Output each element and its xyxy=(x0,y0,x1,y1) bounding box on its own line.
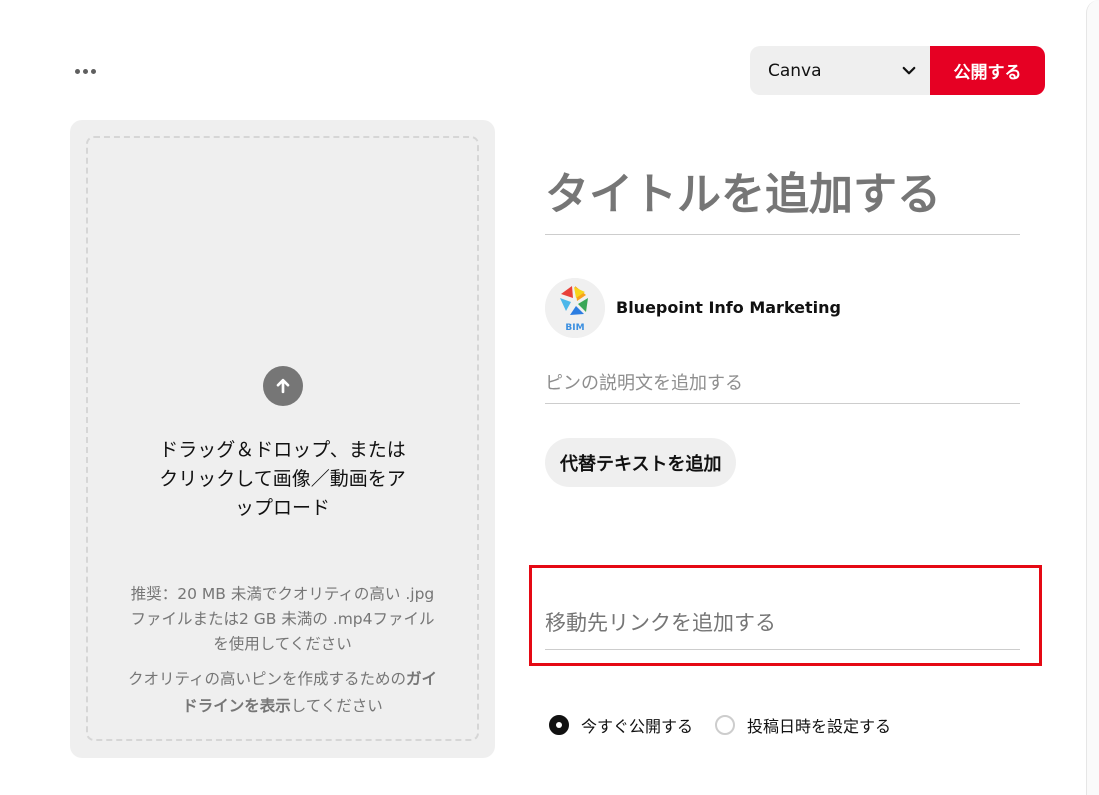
description-placeholder: ピンの説明文を追加する xyxy=(545,373,743,394)
radio-selected-icon[interactable] xyxy=(549,715,569,735)
description-input[interactable]: ピンの説明文を追加する xyxy=(545,366,1020,404)
board-select-value: Canva xyxy=(768,60,822,81)
window-edge xyxy=(1086,0,1099,795)
upload-hint-line: 推奨：20 MB 未満でクオリティの高い .jpg xyxy=(130,585,435,603)
upload-recommendation: 推奨：20 MB 未満でクオリティの高い .jpg ファイルまたは2 GB 未満… xyxy=(70,582,495,657)
chevron-down-icon xyxy=(902,66,916,74)
upload-instruction-line: ップロード xyxy=(234,497,330,519)
guidelines-link[interactable]: ガイ xyxy=(406,670,437,688)
publish-timing-options: 今すぐ公開する 投稿日時を設定する xyxy=(549,713,913,737)
guidelines-link-cont[interactable]: ドラインを表示 xyxy=(182,697,291,715)
guide-suffix: してください xyxy=(290,697,383,715)
publish-now-label: 今すぐ公開する xyxy=(581,717,694,736)
upload-instructions: ドラッグ＆ドロップ、または クリックして画像／動画をア ップロード xyxy=(70,436,495,523)
guide-prefix: クオリティの高いピンを作成するための xyxy=(127,670,407,688)
avatar: BIM xyxy=(545,278,605,338)
schedule-option[interactable]: 投稿日時を設定する xyxy=(715,713,891,737)
radio-unselected-icon[interactable] xyxy=(715,715,736,735)
publish-now-option[interactable]: 今すぐ公開する xyxy=(549,713,693,737)
upload-arrow-icon[interactable] xyxy=(263,366,303,406)
upload-instruction-line: ドラッグ＆ドロップ、または xyxy=(159,439,406,461)
account-name: Bluepoint Info Marketing xyxy=(616,298,841,317)
upload-dropzone[interactable]: ドラッグ＆ドロップ、または クリックして画像／動画をア ップロード 推奨：20 … xyxy=(70,120,495,758)
board-select-dropdown[interactable]: Canva xyxy=(750,46,930,95)
more-options-icon[interactable] xyxy=(72,62,98,80)
brand-logo-icon: BIM xyxy=(545,278,605,338)
title-placeholder: タイトルを追加する xyxy=(545,169,941,220)
upload-hint-line: ファイルまたは2 GB 未満の .mp4ファイル xyxy=(130,610,435,628)
title-input[interactable]: タイトルを追加する xyxy=(545,160,1020,235)
upload-instruction-line: クリックして画像／動画をア xyxy=(159,468,406,490)
link-placeholder: 移動先リンクを追加する xyxy=(545,611,776,635)
upload-hint-line: を使用してください xyxy=(213,635,352,653)
add-alt-text-button[interactable]: 代替テキストを追加 xyxy=(545,438,737,487)
schedule-label: 投稿日時を設定する xyxy=(747,717,892,736)
upload-guide-text: クオリティの高いピンを作成するためのガイ ドラインを表示してください xyxy=(70,666,495,720)
destination-link-input[interactable]: 移動先リンクを追加する xyxy=(545,600,1020,650)
publish-button[interactable]: 公開する xyxy=(930,46,1045,95)
avatar-text: BIM xyxy=(565,323,584,333)
